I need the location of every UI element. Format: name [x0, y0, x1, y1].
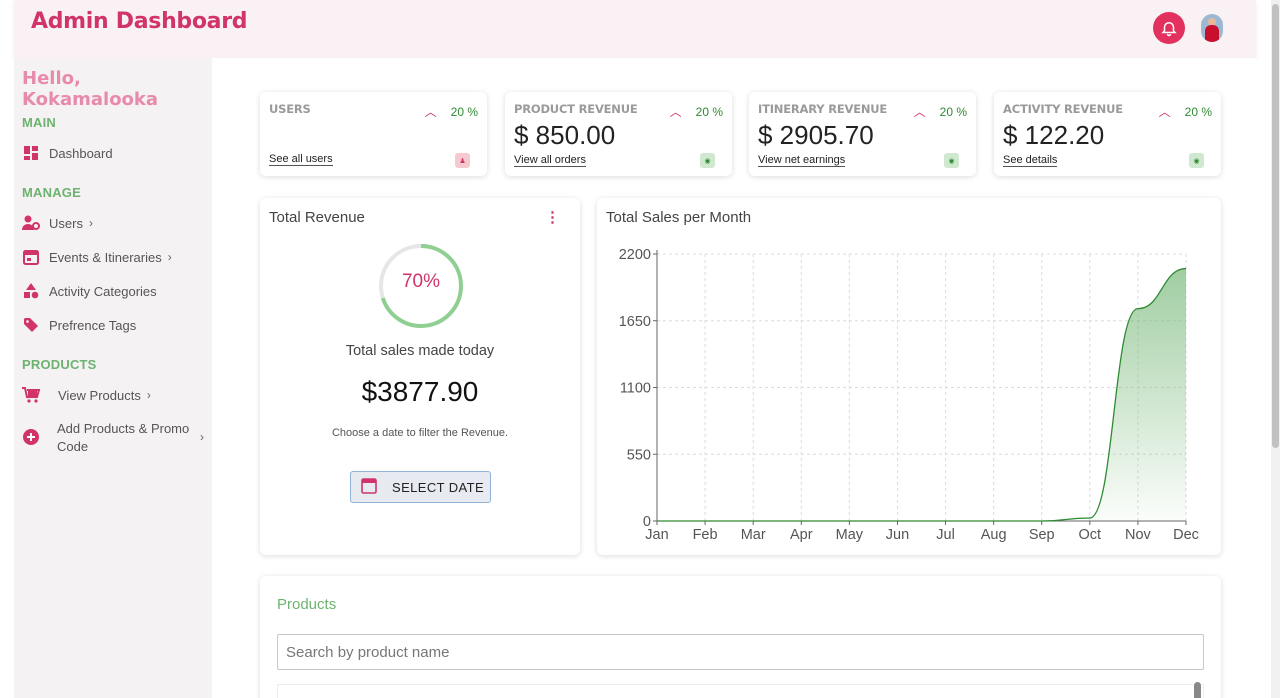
section-products: PRODUCTS [22, 357, 97, 372]
money-icon: ◉ [944, 153, 959, 168]
chevron-right-icon: › [146, 388, 151, 402]
x-tick-label: Dec [1173, 527, 1199, 543]
sidebar-item-label: Add Products & Promo Code [57, 421, 190, 454]
section-main: MAIN [22, 115, 57, 130]
stat-percent: ︿ 20 % [1158, 104, 1212, 120]
sales-area-chart: 0550110016502200Jan Feb Mar Apr May Jun Jul Aug… [619, 247, 1199, 543]
section-manage: MANAGE [22, 185, 81, 200]
chevron-right-icon: › [88, 216, 93, 230]
stat-percent: ︿ 20 % [424, 104, 478, 120]
stat-card-itinerary-revenue: ITINERARY REVENUE ︿ 20 % $ 2905.70 View n… [749, 92, 976, 176]
x-tick-label: Sep [1029, 527, 1055, 543]
table-scrollbar[interactable] [1194, 682, 1201, 698]
stat-value: $ 850.00 [514, 120, 616, 150]
x-tick-label: May [836, 527, 864, 543]
stat-value: $ 122.20 [1003, 120, 1105, 150]
total-sales-label: Total sales made today [345, 343, 495, 359]
view-net-earnings-link[interactable]: View net earnings [758, 154, 846, 167]
notifications-button[interactable] [1153, 12, 1185, 44]
page-scrollbar[interactable] [1271, 0, 1280, 698]
money-icon: ◉ [700, 153, 715, 168]
products-table [277, 684, 1204, 698]
greeting: Hello, Kokamalooka [22, 68, 159, 110]
product-search-input[interactable] [277, 634, 1204, 670]
sidebar-item-view-products[interactable]: View Products › [22, 386, 151, 404]
y-tick-label: 550 [627, 447, 651, 463]
y-tick-label: 1100 [620, 381, 651, 397]
products-card: Products [260, 576, 1221, 698]
sidebar-item-label: Dashboard [49, 145, 113, 161]
sidebar-item-label: Prefrence Tags [49, 317, 137, 333]
sales-chart-card: Total Sales per Month 0 550 1100 1650 2200 Ja… [597, 198, 1221, 555]
more-options-icon[interactable]: ⋮ [545, 208, 560, 226]
select-date-button[interactable]: SELECT DATE [350, 471, 491, 503]
stat-card-product-revenue: PRODUCT REVENUE ︿ 20 % $ 850.00 View all … [505, 92, 732, 176]
x-tick-label: Jul [936, 527, 955, 543]
x-tick-label: Jun [886, 527, 909, 543]
sidebar: Hello, Kokamalooka MAIN Dashboard MANAGE… [14, 58, 212, 698]
tags-icon [22, 316, 40, 334]
chevron-right-icon: › [167, 250, 172, 264]
total-revenue-card: Total Revenue ⋮ 70% Total sales made tod… [260, 198, 580, 555]
chevron-up-icon: ︿ [913, 105, 926, 119]
see-all-users-link[interactable]: See all users [269, 153, 333, 166]
date-filter-hint: Choose a date to filter the Revenue. [331, 427, 509, 439]
stat-title: PRODUCT REVENUE [514, 102, 638, 116]
users-cog-icon [22, 214, 40, 232]
app-title: Admin Dashboard [31, 9, 248, 34]
chevron-up-icon: ︿ [669, 105, 682, 119]
plus-circle-icon [22, 428, 40, 449]
see-details-link[interactable]: See details [1003, 154, 1058, 167]
sidebar-item-label: Users [49, 215, 83, 231]
sidebar-item-add-products[interactable]: Add Products & Promo Code › [22, 420, 204, 456]
total-sales-amount: $3877.90 [361, 376, 479, 407]
sidebar-item-events[interactable]: Events & Itineraries › [22, 248, 172, 266]
x-tick-label: Feb [693, 527, 718, 543]
sidebar-item-activity-categories[interactable]: Activity Categories [22, 282, 157, 300]
x-tick-label: Jan [645, 527, 668, 543]
money-icon: ◉ [1189, 153, 1204, 168]
cart-icon [22, 386, 40, 404]
sidebar-item-preference-tags[interactable]: Prefrence Tags [22, 316, 136, 334]
stat-percent: ︿ 20 % [669, 104, 723, 120]
sidebar-item-users[interactable]: Users › [22, 214, 93, 232]
x-tick-label: Nov [1125, 527, 1152, 543]
dashboard-icon [22, 144, 40, 162]
progress-label: 70% [401, 271, 441, 292]
x-tick-label: Oct [1079, 527, 1102, 543]
x-tick-label: Mar [741, 527, 766, 543]
stat-card-users: USERS ︿ 20 % See all users ♟ [260, 92, 487, 176]
stat-percent: ︿ 20 % [913, 104, 967, 120]
x-tick-label: Apr [790, 527, 813, 543]
sidebar-item-label: View Products [58, 387, 141, 403]
view-all-orders-link[interactable]: View all orders [514, 154, 586, 167]
sales-area [657, 268, 1186, 521]
calendar-icon [22, 248, 40, 266]
calendar-icon [361, 477, 377, 497]
chevron-right-icon: › [200, 430, 204, 444]
stat-value: $ 2905.70 [758, 120, 874, 150]
chevron-up-icon: ︿ [424, 105, 437, 119]
shapes-icon [22, 282, 40, 300]
chevron-up-icon: ︿ [1158, 105, 1171, 119]
stat-title: ACTIVITY REVENUE [1003, 102, 1123, 116]
stat-title: USERS [269, 102, 311, 116]
bell-icon [1161, 22, 1177, 37]
x-tick-label: Aug [981, 527, 1007, 543]
products-title: Products [277, 596, 337, 613]
y-tick-label: 1650 [619, 314, 651, 330]
y-tick-label: 2200 [619, 247, 651, 263]
total-revenue-title: Total Revenue [269, 209, 365, 226]
user-icon: ♟ [455, 153, 470, 168]
stat-card-activity-revenue: ACTIVITY REVENUE ︿ 20 % $ 122.20 See deta… [994, 92, 1221, 176]
main-content: USERS ︿ 20 % See all users ♟ PRODUCT REVE… [212, 58, 1256, 698]
sidebar-item-label: Activity Categories [49, 283, 157, 299]
stat-title: ITINERARY REVENUE [758, 102, 888, 116]
sidebar-item-label: Events & Itineraries [49, 249, 162, 265]
top-bar: Admin Dashboard [14, 0, 1256, 58]
sidebar-item-dashboard[interactable]: Dashboard [22, 144, 113, 162]
avatar[interactable] [1201, 14, 1223, 42]
